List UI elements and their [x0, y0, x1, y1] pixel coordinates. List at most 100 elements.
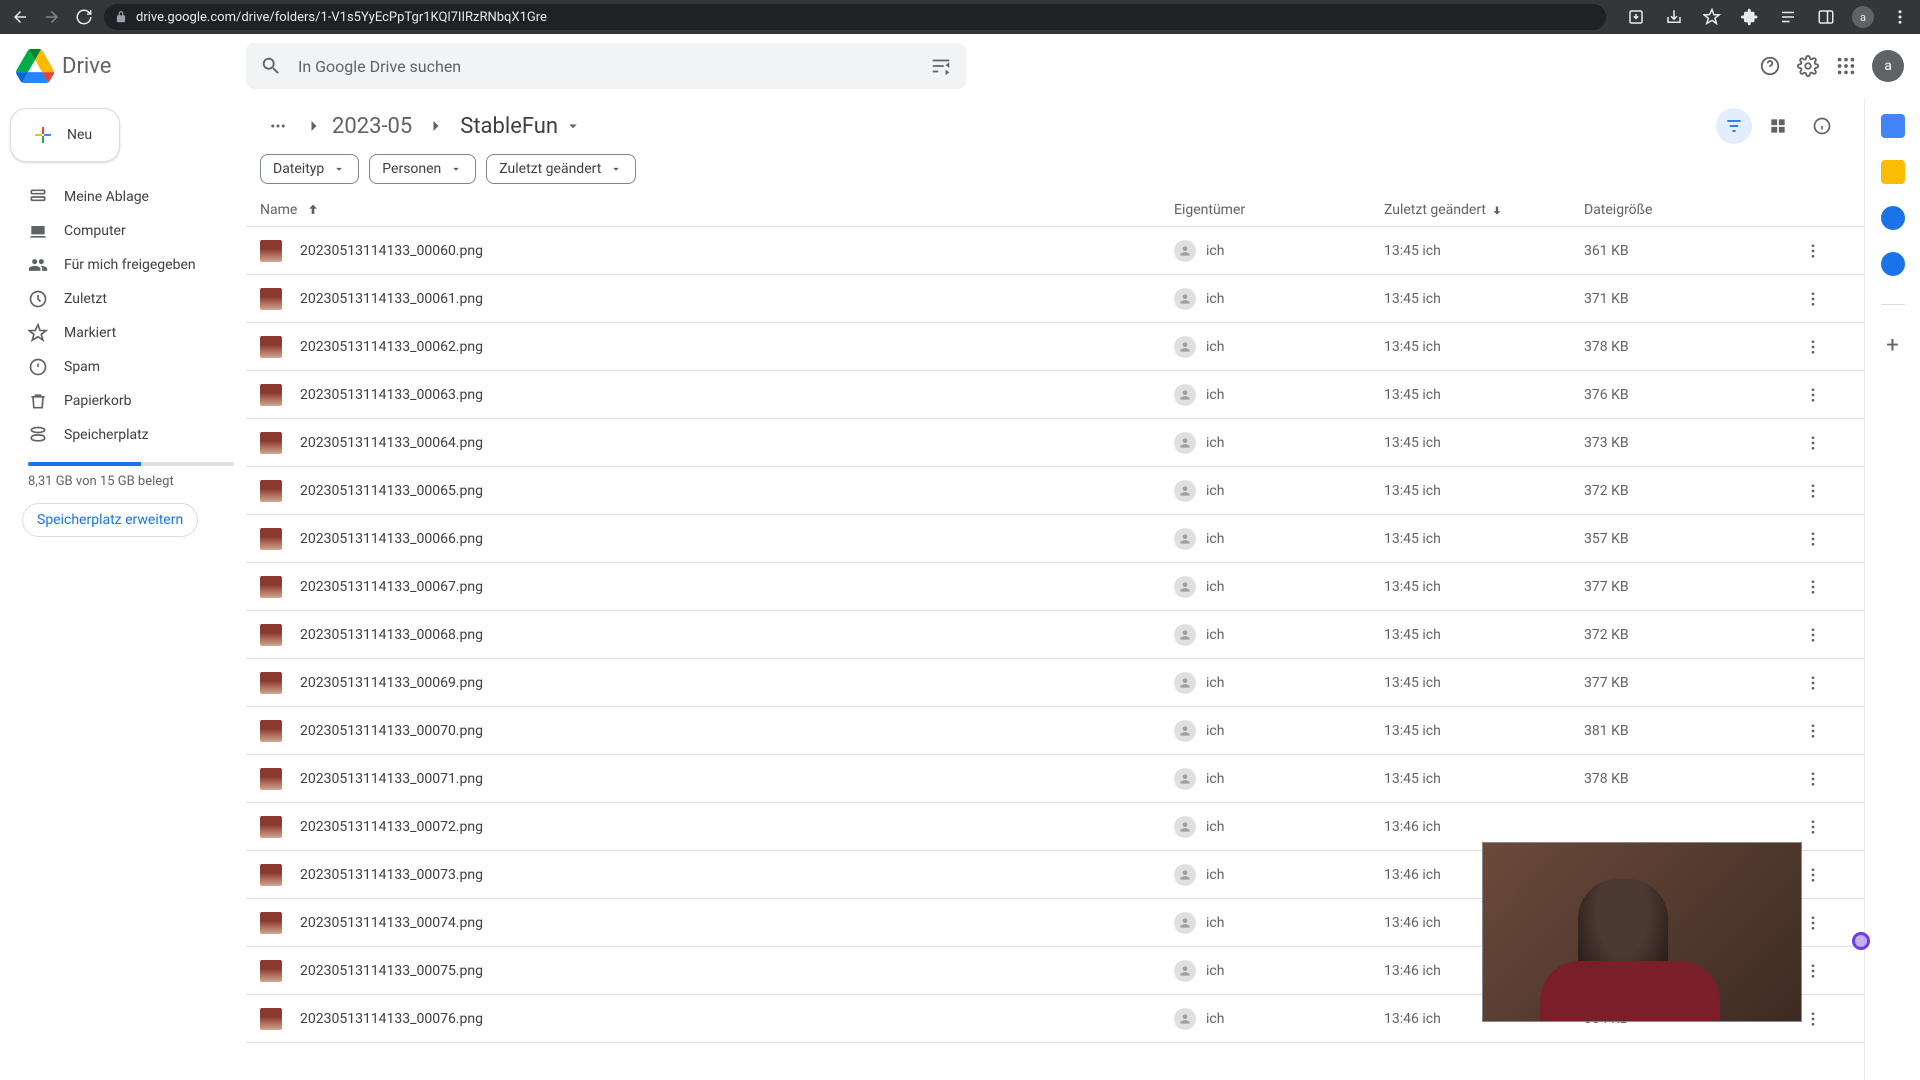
row-actions-icon[interactable] [1804, 434, 1840, 452]
row-actions-icon[interactable] [1804, 290, 1840, 308]
person-icon [1174, 912, 1196, 934]
expand-storage-button[interactable]: Speicherplatz erweitern [22, 503, 198, 537]
details-icon[interactable] [1804, 108, 1840, 144]
row-actions-icon[interactable] [1804, 482, 1840, 500]
row-actions-icon[interactable] [1804, 242, 1840, 260]
file-owner: ich [1174, 768, 1384, 790]
storage-bar [28, 462, 234, 466]
sidebar-item[interactable]: Spam [10, 350, 246, 384]
tasks-addon-icon[interactable] [1881, 206, 1905, 230]
row-actions-icon[interactable] [1804, 818, 1840, 836]
install-icon[interactable] [1624, 5, 1648, 29]
keep-addon-icon[interactable] [1881, 160, 1905, 184]
file-row[interactable]: 20230513114133_00061.pngich13:45 ich371 … [246, 275, 1864, 323]
file-size: 372 KB [1584, 483, 1804, 499]
file-owner: ich [1174, 480, 1384, 502]
row-actions-icon[interactable] [1804, 1010, 1840, 1028]
file-name: 20230513114133_00076.png [300, 1011, 1174, 1027]
filter-people-chip[interactable]: Personen [369, 154, 476, 184]
person-icon [1174, 528, 1196, 550]
row-actions-icon[interactable] [1804, 962, 1840, 980]
row-actions-icon[interactable] [1804, 722, 1840, 740]
row-actions-icon[interactable] [1804, 578, 1840, 596]
extensions-icon[interactable] [1738, 5, 1762, 29]
breadcrumb-parent[interactable]: 2023-05 [332, 114, 412, 139]
file-owner: ich [1174, 336, 1384, 358]
url-text: drive.google.com/drive/folders/1-V1s5YyE… [136, 10, 547, 25]
row-actions-icon[interactable] [1804, 866, 1840, 884]
file-modified: 13:46 ich [1384, 819, 1584, 835]
file-row[interactable]: 20230513114133_00064.pngich13:45 ich373 … [246, 419, 1864, 467]
file-owner: ich [1174, 720, 1384, 742]
row-actions-icon[interactable] [1804, 770, 1840, 788]
search-input[interactable] [298, 57, 914, 76]
sidebar-item[interactable]: Speicherplatz [10, 418, 246, 452]
sidebar-item[interactable]: Zuletzt [10, 282, 246, 316]
person-icon [1174, 288, 1196, 310]
forward-icon[interactable] [40, 5, 64, 29]
path-overflow-icon[interactable] [260, 108, 296, 144]
search-options-icon[interactable] [930, 55, 952, 77]
chevron-down-icon [332, 162, 346, 176]
sidepanel-icon[interactable] [1814, 5, 1838, 29]
apps-icon[interactable] [1834, 54, 1858, 78]
settings-icon[interactable] [1796, 54, 1820, 78]
share-icon[interactable] [1662, 5, 1686, 29]
row-actions-icon[interactable] [1804, 914, 1840, 932]
col-header-name[interactable]: Name [260, 202, 1174, 218]
grid-view-icon[interactable] [1760, 108, 1796, 144]
new-button[interactable]: Neu [10, 108, 120, 162]
reading-list-icon[interactable] [1776, 5, 1800, 29]
row-actions-icon[interactable] [1804, 386, 1840, 404]
file-name: 20230513114133_00071.png [300, 771, 1174, 787]
back-icon[interactable] [8, 5, 32, 29]
file-row[interactable]: 20230513114133_00060.pngich13:45 ich361 … [246, 227, 1864, 275]
breadcrumb-current[interactable]: StableFun [460, 114, 582, 139]
sidebar-item[interactable]: Papierkorb [10, 384, 246, 418]
profile-avatar[interactable]: a [1852, 6, 1874, 28]
sidebar-item[interactable]: Computer [10, 214, 246, 248]
row-actions-icon[interactable] [1804, 626, 1840, 644]
filter-type-chip[interactable]: Dateityp [260, 154, 359, 184]
sidebar-item-label: Spam [64, 359, 100, 375]
row-actions-icon[interactable] [1804, 674, 1840, 692]
sidebar-item[interactable]: Meine Ablage [10, 180, 246, 214]
file-row[interactable]: 20230513114133_00067.pngich13:45 ich377 … [246, 563, 1864, 611]
sidebar-item[interactable]: Für mich freigegeben [10, 248, 246, 282]
chrome-menu-icon[interactable] [1888, 5, 1912, 29]
filter-toggle-icon[interactable] [1716, 108, 1752, 144]
file-row[interactable]: 20230513114133_00070.pngich13:45 ich381 … [246, 707, 1864, 755]
get-addons-icon[interactable]: + [1886, 333, 1898, 358]
file-name: 20230513114133_00063.png [300, 387, 1174, 403]
bookmark-icon[interactable] [1700, 5, 1724, 29]
col-header-modified[interactable]: Zuletzt geändert [1384, 202, 1584, 218]
file-row[interactable]: 20230513114133_00066.pngich13:45 ich357 … [246, 515, 1864, 563]
file-row[interactable]: 20230513114133_00065.pngich13:45 ich372 … [246, 467, 1864, 515]
file-size: 361 KB [1584, 243, 1804, 259]
calendar-addon-icon[interactable] [1881, 114, 1905, 138]
col-header-size[interactable]: Dateigröße [1584, 202, 1804, 218]
sidebar-item[interactable]: Markiert [10, 316, 246, 350]
reload-icon[interactable] [72, 5, 96, 29]
file-modified: 13:45 ich [1384, 435, 1584, 451]
file-row[interactable]: 20230513114133_00068.pngich13:45 ich372 … [246, 611, 1864, 659]
file-row[interactable]: 20230513114133_00063.pngich13:45 ich376 … [246, 371, 1864, 419]
file-size: 357 KB [1584, 531, 1804, 547]
account-avatar[interactable]: a [1872, 50, 1904, 82]
drive-logo[interactable]: Drive [16, 47, 236, 85]
row-actions-icon[interactable] [1804, 338, 1840, 356]
contacts-addon-icon[interactable] [1881, 252, 1905, 276]
address-bar[interactable]: drive.google.com/drive/folders/1-V1s5YyE… [104, 4, 1606, 30]
support-icon[interactable] [1758, 54, 1782, 78]
person-icon [1174, 336, 1196, 358]
row-actions-icon[interactable] [1804, 530, 1840, 548]
file-owner: ich [1174, 240, 1384, 262]
file-owner: ich [1174, 1008, 1384, 1030]
file-size: 377 KB [1584, 579, 1804, 595]
file-row[interactable]: 20230513114133_00071.pngich13:45 ich378 … [246, 755, 1864, 803]
file-row[interactable]: 20230513114133_00062.pngich13:45 ich378 … [246, 323, 1864, 371]
file-row[interactable]: 20230513114133_00069.pngich13:45 ich377 … [246, 659, 1864, 707]
col-header-owner[interactable]: Eigentümer [1174, 202, 1384, 218]
search-box[interactable] [246, 43, 966, 89]
filter-modified-chip[interactable]: Zuletzt geändert [486, 154, 636, 184]
